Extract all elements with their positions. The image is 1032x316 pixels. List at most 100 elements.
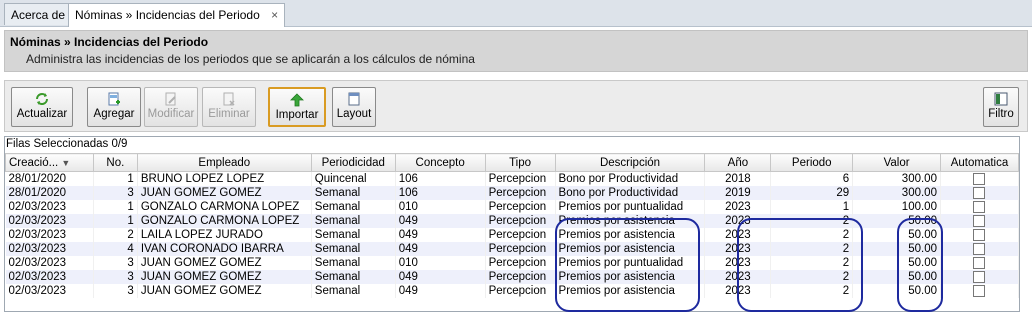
table-cell: 049 [395, 284, 486, 298]
tab-incidencias[interactable]: Nóminas » Incidencias del Periodo × [68, 3, 286, 27]
table-row[interactable]: 02/03/2023 3 JUAN GOMEZ GOMEZ Semanal 049 Per… [5, 284, 1020, 298]
col-header-tipo[interactable]: Tipo [484, 153, 556, 172]
table-cell: Percepcion [485, 171, 556, 186]
table-cell: Premios por asistencia [555, 284, 706, 298]
col-header-creacion[interactable]: Creació... ▼ [5, 153, 94, 172]
table-cell: 3 [93, 256, 138, 270]
table-cell: Premios por asistencia [555, 228, 706, 242]
close-icon[interactable]: × [271, 8, 278, 22]
eliminar-label: Eliminar [208, 108, 250, 120]
tab-label: Acerca de [11, 8, 66, 22]
table-cell: JUAN GOMEZ GOMEZ [137, 284, 312, 298]
automatica-checkbox[interactable] [973, 284, 986, 297]
edit-doc-icon [145, 92, 197, 106]
layout-icon [333, 92, 375, 106]
table-cell: BRUNO LOPEZ LOPEZ [137, 171, 312, 186]
automatica-checkbox[interactable] [973, 172, 986, 185]
page-header: Nóminas » Incidencias del Periodo Admini… [4, 30, 1028, 72]
table-cell: Premios por puntualidad [555, 200, 706, 214]
layout-button[interactable]: Layout [332, 87, 376, 127]
table-cell: JUAN GOMEZ GOMEZ [137, 256, 312, 270]
table-cell: 049 [395, 228, 486, 242]
table-cell: Percepcion [485, 242, 556, 256]
table-cell: 049 [395, 214, 486, 228]
table-cell: 50.00 [852, 256, 941, 270]
table-cell [940, 270, 1020, 284]
modificar-label: Modificar [147, 108, 195, 120]
incidencias-grid[interactable]: Filas Seleccionadas 0/9 Creació... ▼ No.… [4, 136, 1020, 312]
table-cell: 2 [770, 284, 854, 298]
sort-desc-icon: ▼ [61, 157, 71, 168]
modificar-button[interactable]: Modificar [144, 87, 198, 127]
eliminar-button[interactable]: Eliminar [202, 87, 256, 127]
col-header-no[interactable]: No. [92, 153, 138, 172]
col-header-descripcion[interactable]: Descripción [554, 153, 706, 172]
importar-button[interactable]: Importar [268, 87, 326, 127]
table-row[interactable]: 02/03/2023 3 JUAN GOMEZ GOMEZ Semanal 049 Per… [5, 270, 1020, 284]
table-cell: 02/03/2023 [5, 214, 94, 228]
table-cell: Bono por Productividad [555, 186, 706, 200]
table-cell: Semanal [311, 186, 396, 200]
table-cell: 3 [93, 186, 138, 200]
tab-acerca-de[interactable]: Acerca de [4, 3, 73, 25]
actualizar-button[interactable]: Actualizar [11, 87, 73, 127]
automatica-checkbox[interactable] [973, 228, 986, 241]
table-cell: 3 [93, 270, 138, 284]
table-row[interactable]: 02/03/2023 2 LAILA LOPEZ JURADO Semanal 049 P… [5, 228, 1020, 242]
automatica-checkbox[interactable] [973, 214, 986, 227]
table-cell: LAILA LOPEZ JURADO [137, 228, 312, 242]
table-row[interactable]: 02/03/2023 1 GONZALO CARMONA LOPEZ Semanal 0… [5, 200, 1020, 214]
table-cell: Quincenal [311, 171, 396, 186]
table-cell: 02/03/2023 [5, 270, 94, 284]
table-cell [940, 214, 1020, 228]
table-cell: 2023 [704, 242, 772, 256]
table-row[interactable]: 28/01/2020 3 JUAN GOMEZ GOMEZ Semanal 106 Per… [5, 186, 1020, 200]
table-cell: 106 [395, 186, 486, 200]
table-row[interactable]: 28/01/2020 1 BRUNO LOPEZ LOPEZ Quincenal 106… [5, 171, 1020, 186]
actualizar-label: Actualizar [16, 108, 68, 120]
page-subtitle: Administra las incidencias de los period… [26, 52, 475, 66]
filter-icon [984, 92, 1018, 106]
table-cell: 2023 [704, 200, 772, 214]
agregar-button[interactable]: Agregar [87, 87, 141, 127]
table-cell: 1 [93, 171, 138, 186]
col-header-empleado[interactable]: Empleado [136, 153, 312, 172]
table-cell: GONZALO CARMONA LOPEZ [137, 214, 312, 228]
table-cell: Semanal [311, 270, 396, 284]
table-cell: 010 [395, 256, 486, 270]
table-cell: 1 [770, 200, 854, 214]
table-row[interactable]: 02/03/2023 3 JUAN GOMEZ GOMEZ Semanal 010 Per… [5, 256, 1020, 270]
table-cell: 29 [770, 186, 854, 200]
automatica-checkbox[interactable] [973, 186, 986, 199]
table-cell: JUAN GOMEZ GOMEZ [137, 270, 312, 284]
automatica-checkbox[interactable] [973, 270, 986, 283]
table-cell: 2023 [704, 228, 772, 242]
table-cell: 50.00 [852, 228, 941, 242]
table-cell: 300.00 [852, 171, 941, 186]
table-row[interactable]: 02/03/2023 4 IVAN CORONADO IBARRA Semanal 04… [5, 242, 1020, 256]
automatica-checkbox[interactable] [973, 242, 986, 255]
incidencias-table: Creació... ▼ No. Empleado Periodicidad C… [5, 153, 1020, 298]
table-header-row: Creació... ▼ No. Empleado Periodicidad C… [5, 153, 1020, 172]
tab-label: Nóminas » Incidencias del Periodo [75, 8, 260, 22]
col-header-periodo[interactable]: Periodo [770, 153, 854, 172]
col-header-valor[interactable]: Valor [852, 153, 941, 172]
table-cell [940, 171, 1020, 186]
filtro-button[interactable]: Filtro [983, 87, 1019, 127]
automatica-checkbox[interactable] [973, 256, 986, 269]
table-cell: 50.00 [852, 214, 941, 228]
col-header-automatica[interactable]: Automatica [939, 153, 1020, 172]
table-cell [940, 242, 1020, 256]
table-cell: 1 [93, 200, 138, 214]
col-header-periodicidad[interactable]: Periodicidad [310, 153, 396, 172]
table-cell: 2023 [704, 256, 772, 270]
table-cell: GONZALO CARMONA LOPEZ [137, 200, 312, 214]
table-cell: Semanal [311, 200, 396, 214]
col-header-concepto[interactable]: Concepto [394, 153, 486, 172]
automatica-checkbox[interactable] [973, 200, 986, 213]
table-row[interactable]: 02/03/2023 1 GONZALO CARMONA LOPEZ Semanal 0… [5, 214, 1020, 228]
table-cell: Percepcion [485, 186, 556, 200]
table-cell: 100.00 [852, 200, 941, 214]
delete-doc-icon [203, 92, 255, 106]
col-header-anio[interactable]: Año [704, 153, 772, 172]
